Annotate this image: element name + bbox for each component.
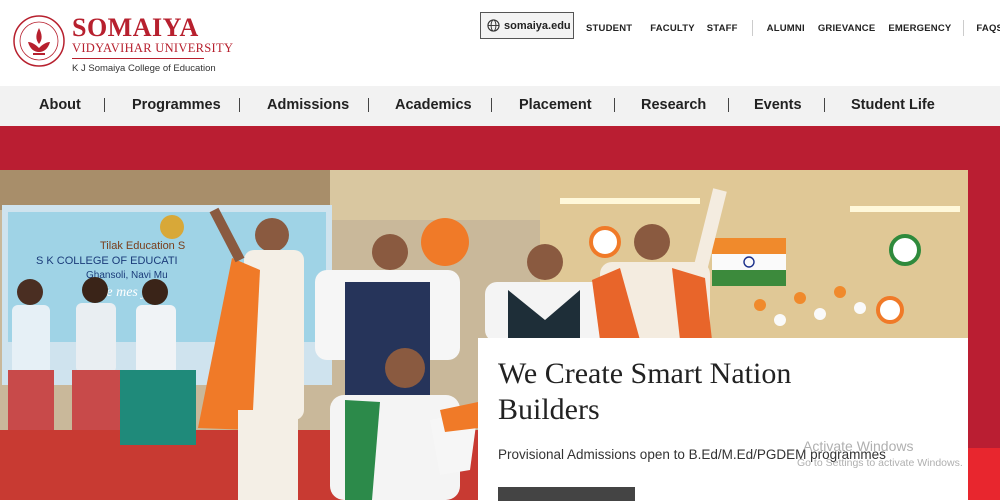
brand-block[interactable]: SOMAIYA VIDYAVIHAR UNIVERSITY K J Somaiy… <box>72 15 233 74</box>
top-link-emergency[interactable]: EMERGENCY <box>888 23 951 34</box>
nav-item-research[interactable]: Research <box>641 97 706 113</box>
top-link-grievance[interactable]: GRIEVANCE <box>818 23 876 34</box>
photo-banner-line-1: Tilak Education S <box>100 240 185 252</box>
college-name: K J Somaiya College of Education <box>72 63 216 74</box>
somaiya-edu-button[interactable]: somaiya.edu <box>480 12 574 39</box>
nav-divider <box>824 98 825 112</box>
main-nav: About Programmes Admissions Academics Pl… <box>0 86 1000 126</box>
globe-icon <box>487 19 500 32</box>
brand-divider <box>72 58 204 59</box>
top-header: SOMAIYA VIDYAVIHAR UNIVERSITY K J Somaiy… <box>0 0 1000 86</box>
nav-item-programmes[interactable]: Programmes <box>132 97 221 113</box>
nav-divider <box>368 98 369 112</box>
photo-banner-line-2: S K COLLEGE OF EDUCATI <box>36 255 178 267</box>
nav-divider <box>614 98 615 112</box>
top-links-divider <box>751 20 753 36</box>
nav-divider <box>728 98 729 112</box>
nav-divider <box>239 98 240 112</box>
nav-item-academics[interactable]: Academics <box>395 97 472 113</box>
hero-heading: We Create Smart Nation Builders <box>498 357 792 426</box>
top-link-student[interactable]: STUDENT <box>586 23 632 34</box>
top-link-staff[interactable]: STAFF <box>707 23 738 34</box>
top-link-faculty[interactable]: FACULTY <box>650 23 695 34</box>
site-label: somaiya.edu <box>504 19 571 32</box>
nav-item-admissions[interactable]: Admissions <box>267 97 349 113</box>
right-edge-accent <box>968 448 1000 500</box>
nav-item-placement[interactable]: Placement <box>519 97 592 113</box>
watermark-subtitle: Go to Settings to activate Windows. <box>797 457 963 469</box>
somaiya-lotus-seal-icon[interactable] <box>12 14 66 68</box>
top-link-alumni[interactable]: ALUMNI <box>767 23 805 34</box>
brand-name: SOMAIYA <box>72 13 199 42</box>
top-links: STUDENT FACULTY STAFF ALUMNI GRIEVANCE E… <box>586 20 1000 36</box>
university-name: VIDYAVIHAR UNIVERSITY <box>72 41 234 55</box>
nav-item-events[interactable]: Events <box>754 97 802 113</box>
top-links-divider <box>963 20 965 36</box>
nav-divider <box>104 98 105 112</box>
hero-cta-button[interactable] <box>498 487 635 501</box>
top-link-faqs[interactable]: FAQS <box>976 23 1000 34</box>
watermark-title: Activate Windows <box>803 438 914 454</box>
nav-item-student-life[interactable]: Student Life <box>851 97 935 113</box>
activate-windows-watermark: Activate Windows Go to Settings to activ… <box>797 438 963 469</box>
hero-caption-card: We Create Smart Nation Builders Provisio… <box>478 338 968 501</box>
nav-divider <box>491 98 492 112</box>
nav-item-about[interactable]: About <box>39 97 81 113</box>
